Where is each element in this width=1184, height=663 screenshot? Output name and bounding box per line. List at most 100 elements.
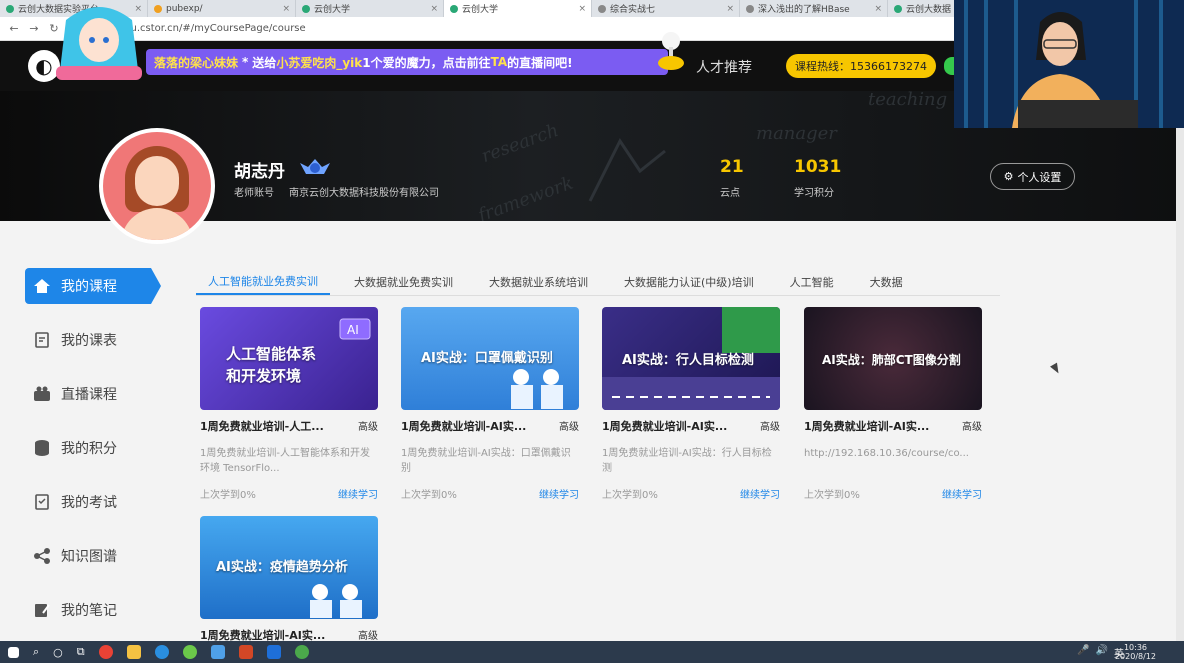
- course-card[interactable]: 人工智能体系 和开发环境 AI 1周免费就业培训-人工... 高级 1周免费就业培…: [200, 307, 378, 501]
- windows-start-icon[interactable]: [8, 646, 19, 658]
- file-explorer-icon[interactable]: [126, 645, 141, 659]
- stat-study-points-label: 学习积分: [794, 188, 834, 199]
- clock[interactable]: 10:36 2020/8/12: [1115, 643, 1156, 661]
- course-title[interactable]: 1周免费就业培训-AI实...: [602, 418, 727, 434]
- graph-icon: [33, 547, 51, 565]
- schedule-icon: [33, 331, 51, 349]
- chrome-icon[interactable]: [98, 645, 113, 659]
- banner-word: research: [478, 119, 562, 168]
- svg-text:AI: AI: [347, 323, 359, 337]
- site-icon: [302, 4, 310, 13]
- edge-icon[interactable]: [154, 645, 169, 659]
- close-icon[interactable]: ×: [874, 4, 882, 14]
- site-icon: [6, 4, 14, 13]
- continue-learning-link[interactable]: 继续学习: [740, 486, 780, 501]
- course-description: 1周免费就业培训-AI实战：口罩佩戴识别: [401, 448, 571, 474]
- sidebar-item-my-courses[interactable]: 我的课程: [25, 268, 161, 304]
- sidebar-item-my-exams[interactable]: 我的考试: [25, 484, 151, 520]
- continue-learning-link[interactable]: 继续学习: [539, 486, 579, 501]
- course-thumbnail[interactable]: AI实战：疫情趋势分析: [200, 516, 378, 619]
- browser-tab[interactable]: 综合实战七 ×: [592, 0, 740, 17]
- close-icon[interactable]: ×: [430, 4, 438, 14]
- course-card[interactable]: AI实战：口罩佩戴识别 1周免费就业培训-AI实... 高级 1周免费就业培训-A…: [401, 307, 579, 501]
- course-level: 高级: [962, 422, 982, 433]
- course-title[interactable]: 1周免费就业培训-AI实...: [401, 418, 526, 434]
- app-icon[interactable]: [294, 645, 309, 659]
- course-card[interactable]: AI实战：疫情趋势分析 1周免费就业培训-AI实... 高级: [200, 516, 378, 643]
- notes-icon: [33, 601, 51, 619]
- anime-character-overlay: [56, 7, 142, 80]
- course-progress: 上次学到0%: [602, 490, 658, 501]
- banner-word: framework: [475, 172, 577, 221]
- exam-icon: [33, 493, 51, 511]
- tab-bigdata-system-training[interactable]: 大数据就业系统培训: [465, 268, 600, 295]
- course-card[interactable]: AI实战：行人目标检测 1周免费就业培训-AI实... 高级 1周免费就业培训-A…: [602, 307, 780, 501]
- course-thumbnail[interactable]: AI实战：行人目标检测: [602, 307, 780, 410]
- sidebar-item-my-points[interactable]: 我的积分: [25, 430, 151, 466]
- ai-chip-icon: AI: [339, 318, 371, 340]
- app-icon[interactable]: [266, 645, 281, 659]
- continue-learning-link[interactable]: 继续学习: [338, 486, 378, 501]
- home-icon: [33, 277, 51, 295]
- task-view-icon[interactable]: ⧉: [77, 645, 85, 659]
- tab-bigdata[interactable]: 大数据: [846, 268, 915, 295]
- nav-talent-recommend[interactable]: 人才推荐: [696, 57, 752, 77]
- back-icon[interactable]: ←: [8, 22, 20, 35]
- search-icon[interactable]: ⌕: [33, 645, 39, 659]
- organization: 南京云创大数据科技股份有限公司: [289, 188, 439, 199]
- doctor-illustration: [511, 369, 563, 409]
- site-icon: [598, 4, 606, 13]
- stat-cloud-points-value: 21: [720, 157, 744, 177]
- site-icon: [450, 4, 458, 13]
- avatar[interactable]: [99, 128, 215, 244]
- course-category-tabs: 人工智能就业免费实训 大数据就业免费实训 大数据就业系统培训 大数据能力认证(中…: [196, 268, 1000, 296]
- sidebar-item-my-notes[interactable]: 我的笔记: [25, 592, 151, 628]
- continue-learning-link[interactable]: 继续学习: [942, 486, 982, 501]
- sidebar-item-live-courses[interactable]: 直播课程: [25, 376, 151, 412]
- sidebar-item-knowledge-graph[interactable]: 知识图谱: [25, 538, 151, 574]
- browser-tab[interactable]: 深入浅出的了解HBase ×: [740, 0, 888, 17]
- cortana-icon[interactable]: ○: [53, 646, 63, 659]
- hotline-badge: 课程热线：15366173274: [786, 54, 936, 78]
- tab-bigdata-free-training[interactable]: 大数据就业免费实训: [330, 268, 465, 295]
- banner-word: manager: [756, 123, 837, 144]
- gift-notification[interactable]: 落落的梁心妹妹 * 送给 小苏爱吃肉_yik 1个爱的魔力，点击前往 TA 的直…: [146, 49, 668, 75]
- tab-ai-free-training[interactable]: 人工智能就业免费实训: [196, 268, 330, 295]
- course-thumbnail[interactable]: AI实战：肺部CT图像分割: [804, 307, 982, 410]
- scrollbar[interactable]: [1176, 128, 1184, 641]
- course-progress: 上次学到0%: [804, 490, 860, 501]
- live-icon: [33, 385, 51, 403]
- webcam-overlay: [954, 0, 1184, 128]
- course-progress: 上次学到0%: [200, 490, 256, 501]
- browser-tab[interactable]: pubexp/×: [148, 0, 296, 17]
- tab-bigdata-certification[interactable]: 大数据能力认证(中级)培训: [600, 268, 766, 295]
- close-icon[interactable]: ×: [726, 4, 734, 14]
- banner-word: teaching: [868, 91, 948, 110]
- sidebar-item-my-schedule[interactable]: 我的课表: [25, 322, 151, 358]
- volume-icon[interactable]: 🔊: [1096, 645, 1108, 660]
- course-title[interactable]: 1周免费就业培训-人工...: [200, 418, 324, 434]
- course-card[interactable]: AI实战：肺部CT图像分割 1周免费就业培训-AI实... 高级 http://1…: [804, 307, 982, 501]
- hand-icon: [588, 138, 666, 202]
- powerpoint-icon[interactable]: [238, 645, 253, 659]
- close-icon[interactable]: ×: [282, 4, 290, 14]
- personal-settings-button[interactable]: ⚙ 个人设置: [990, 163, 1075, 190]
- site-icon: [154, 4, 162, 13]
- course-thumbnail[interactable]: AI实战：口罩佩戴识别: [401, 307, 579, 410]
- course-title[interactable]: 1周免费就业培训-AI实...: [804, 418, 929, 434]
- app-icon[interactable]: [182, 645, 197, 659]
- course-description: http://192.168.10.36/course/co...: [804, 448, 969, 459]
- course-description: 1周免费就业培训-AI实战：行人目标检测: [602, 448, 772, 474]
- app-icon[interactable]: [210, 645, 225, 659]
- doctor-illustration: [310, 584, 362, 618]
- browser-tab[interactable]: 云创大学 ×: [296, 0, 444, 17]
- avatar-image: [103, 132, 211, 240]
- presenter-video: [1012, 12, 1138, 128]
- close-icon[interactable]: ×: [578, 4, 586, 14]
- browser-tab-active[interactable]: 云创大学 ×: [444, 0, 592, 17]
- url-field[interactable]: edu.cstor.cn/#/myCoursePage/course: [118, 23, 306, 34]
- forward-icon[interactable]: →: [28, 22, 40, 35]
- mic-icon[interactable]: 🎤: [1077, 645, 1089, 660]
- tab-ai[interactable]: 人工智能: [766, 268, 846, 295]
- course-thumbnail[interactable]: 人工智能体系 和开发环境 AI: [200, 307, 378, 410]
